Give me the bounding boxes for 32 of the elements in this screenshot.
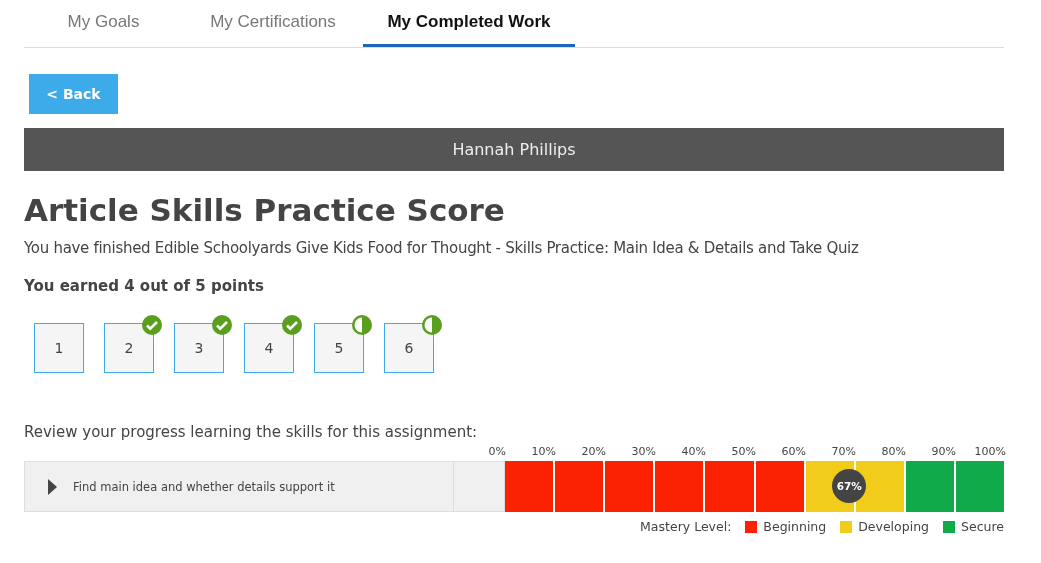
page-title: Article Skills Practice Score xyxy=(24,191,506,229)
question-box[interactable]: 6 xyxy=(384,323,434,373)
question-box[interactable]: 5 xyxy=(314,323,364,373)
question-box[interactable]: 1 xyxy=(34,323,84,373)
skill-row-header[interactable]: Find main idea and whether details support it xyxy=(24,461,455,512)
question-box[interactable]: 4 xyxy=(244,323,294,373)
scale-tick: 100% xyxy=(974,445,1006,458)
question-box[interactable]: 3 xyxy=(174,323,224,373)
legend-label: Mastery Level: xyxy=(640,519,732,534)
scale-tick: 40% xyxy=(681,445,706,458)
scale-tick: 90% xyxy=(931,445,956,458)
scale-tick: 60% xyxy=(781,445,806,458)
scale-tick: 70% xyxy=(831,445,856,458)
legend-text: Secure xyxy=(961,519,1004,534)
score-text: You earned 4 out of 5 points xyxy=(24,277,265,295)
scale-tick: 0% xyxy=(488,445,506,458)
tab[interactable]: My Goals xyxy=(24,0,183,47)
tab[interactable]: My Completed Work xyxy=(363,0,575,47)
progress-prompt: Review your progress learning the skills for this assignment: xyxy=(24,423,479,441)
subtitle: You have finished Edible Schoolyards Give Kids Food for Thought - Skills Practice: Main Idea & Details and Take Quiz xyxy=(24,239,860,257)
tab[interactable]: My Certifications xyxy=(183,0,363,47)
bar-start-cell xyxy=(454,461,506,512)
scale-tick: 30% xyxy=(631,445,656,458)
legend-text: Beginning xyxy=(763,519,827,534)
scale-tick: 20% xyxy=(581,445,606,458)
student-name-bar: Hannah Phillips xyxy=(24,128,1004,171)
skill-name: Find main idea and whether details support it xyxy=(73,479,335,494)
legend-text: Developing xyxy=(858,519,929,534)
scale-tick: 80% xyxy=(881,445,906,458)
question-box[interactable]: 2 xyxy=(104,323,154,373)
scale-tick: 50% xyxy=(731,445,756,458)
scale-tick: 10% xyxy=(531,445,556,458)
